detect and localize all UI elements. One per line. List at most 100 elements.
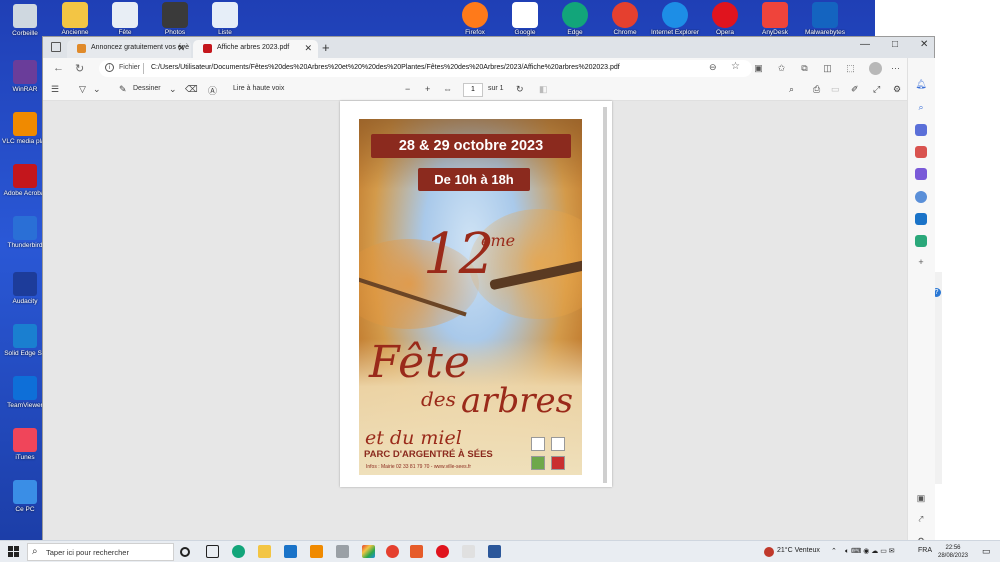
profile-avatar[interactable] xyxy=(869,62,882,75)
reading-view-icon[interactable]: ▣ xyxy=(753,63,764,74)
poster-info: Infos : Mairie 02 33 81 79 70 - www.vill… xyxy=(366,464,472,470)
address-field[interactable]: i Fichier C:/Users/Utilisateur/Documents… xyxy=(99,60,752,77)
search-icon[interactable]: ⌕ xyxy=(915,101,927,113)
taskbar-search-box[interactable]: ⌕ Taper ici pour rechercher xyxy=(27,543,174,561)
new-tab-button[interactable]: + xyxy=(322,40,330,55)
tab-annoncez[interactable]: Annoncez gratuitement vos évè ✕ xyxy=(67,40,191,58)
highlight-dropdown-icon[interactable]: ⌄ xyxy=(93,84,101,95)
tray-icons[interactable]: 🔈︎ ⌨ ◉ ☁ ▭ ✉ xyxy=(845,547,895,556)
edge-icon[interactable] xyxy=(562,2,588,28)
word-icon[interactable] xyxy=(488,545,501,558)
close-tab-icon[interactable]: ✕ xyxy=(177,43,185,54)
vlc-taskbar-icon[interactable] xyxy=(310,545,323,558)
opera-icon[interactable] xyxy=(712,2,738,28)
read-aloud-label[interactable]: Lire à haute voix xyxy=(233,85,284,92)
text-icon[interactable]: Ⓐ xyxy=(208,84,217,97)
acrobat-icon xyxy=(13,164,37,188)
pdf-favicon-icon xyxy=(203,44,212,53)
app-taskbar-icon[interactable] xyxy=(410,545,423,558)
chrome-taskbar-icon[interactable] xyxy=(386,545,399,558)
extensions-icon[interactable]: ⬚ xyxy=(845,63,856,74)
chrome-icon[interactable] xyxy=(612,2,638,28)
poster-venue: PARC D'ARGENTRÉ À SÉES xyxy=(364,449,493,460)
tools-icon[interactable] xyxy=(915,146,927,158)
notification-bell-icon[interactable]: 🔔︎ xyxy=(915,78,927,90)
highlight-icon[interactable]: ▽ xyxy=(79,84,86,95)
google-icon[interactable] xyxy=(512,2,538,28)
media-player-icon[interactable] xyxy=(336,545,349,558)
poster-edition-suffix: ème xyxy=(481,231,516,250)
notifications-icon[interactable]: ▭ xyxy=(982,546,991,557)
site-info-icon[interactable]: i xyxy=(105,63,114,72)
notepad-icon[interactable] xyxy=(462,545,475,558)
drop-icon[interactable] xyxy=(915,235,927,247)
page-number-input[interactable]: 1 xyxy=(463,83,483,97)
split-screen-icon[interactable]: ◫ xyxy=(822,63,833,74)
microsoft-365-icon[interactable] xyxy=(915,191,927,203)
taskbar-clock[interactable]: 22:56 28/08/2023 xyxy=(936,544,970,560)
task-view-icon[interactable] xyxy=(206,545,219,558)
back-arrow-icon[interactable]: ← xyxy=(53,62,64,74)
games-icon[interactable] xyxy=(915,168,927,180)
sidebar-panel-icon[interactable]: ▣ xyxy=(915,492,927,504)
outlook-icon[interactable] xyxy=(915,213,927,225)
draw-icon[interactable]: ✎ xyxy=(119,84,127,95)
minimize-button[interactable]: — xyxy=(860,39,870,50)
this-pc-icon xyxy=(13,480,37,504)
store-icon[interactable] xyxy=(362,545,375,558)
opera-taskbar-icon[interactable] xyxy=(436,545,449,558)
firefox-icon[interactable] xyxy=(462,2,488,28)
shopping-tag-icon[interactable] xyxy=(915,124,927,136)
ie-icon[interactable] xyxy=(662,2,688,28)
zoom-in-icon[interactable]: + xyxy=(425,84,430,94)
zoom-icon[interactable]: ⊖ xyxy=(709,62,717,73)
desktop-icon-recycle-bin[interactable]: Corbeille xyxy=(2,4,48,38)
close-tab-icon[interactable]: ✕ xyxy=(304,43,312,54)
draw-dropdown-icon[interactable]: ⌄ xyxy=(169,84,177,95)
page-view-icon[interactable]: ◧ xyxy=(539,84,548,95)
malwarebytes-icon[interactable] xyxy=(812,2,838,28)
tab-affiche-pdf[interactable]: Affiche arbres 2023.pdf ✕ xyxy=(193,40,318,58)
add-sidebar-app-icon[interactable]: + xyxy=(915,256,927,268)
collections-icon[interactable]: ⧉ xyxy=(799,63,810,74)
desktop-icon-label: Liste xyxy=(218,29,232,36)
refresh-icon[interactable]: ↻ xyxy=(75,62,84,75)
eraser-icon[interactable]: ⌫ xyxy=(185,84,198,95)
save-icon[interactable]: ▭ xyxy=(831,84,840,95)
taskbar: ⌕ Taper ici pour rechercher 21°C Venteux… xyxy=(0,540,1000,562)
pdf-settings-icon[interactable]: ⚙ xyxy=(893,84,901,95)
file-explorer-icon[interactable] xyxy=(258,545,271,558)
clock-icon[interactable] xyxy=(112,2,138,28)
save-as-icon[interactable]: ✐ xyxy=(851,84,859,95)
tab-actions-icon[interactable] xyxy=(51,42,61,52)
tray-chevron-icon[interactable]: ⌃ xyxy=(831,547,837,555)
pdf-scrollbar[interactable] xyxy=(603,107,607,483)
edge-taskbar-icon[interactable] xyxy=(232,545,245,558)
print-icon[interactable]: ⎙ xyxy=(813,84,820,95)
folder-icon[interactable] xyxy=(62,2,88,28)
external-link-icon[interactable]: ⤤ xyxy=(915,513,927,525)
fullscreen-icon[interactable]: ⤢ xyxy=(873,84,880,95)
mail-icon[interactable] xyxy=(284,545,297,558)
photo-icon[interactable] xyxy=(162,2,188,28)
weather-icon[interactable] xyxy=(764,547,774,557)
favorite-star-icon[interactable]: ☆ xyxy=(731,61,740,72)
url-text[interactable]: C:/Users/Utilisateur/Documents/Fêtes%20d… xyxy=(151,64,620,71)
rotate-icon[interactable]: ↻ xyxy=(516,84,524,95)
more-menu-icon[interactable]: ⋯ xyxy=(890,63,901,74)
favorites-icon[interactable]: ✩ xyxy=(776,63,787,74)
contents-list-icon[interactable]: ☰ xyxy=(51,84,59,95)
zoom-out-icon[interactable]: − xyxy=(405,84,410,94)
maximize-button[interactable]: □ xyxy=(892,39,898,50)
anydesk-icon[interactable] xyxy=(762,2,788,28)
cortana-icon[interactable] xyxy=(180,547,190,557)
fit-page-icon[interactable]: ⇔ xyxy=(443,84,452,94)
document-icon[interactable] xyxy=(212,2,238,28)
draw-label[interactable]: Dessiner xyxy=(133,85,161,92)
close-window-button[interactable]: ✕ xyxy=(920,39,928,50)
search-pdf-icon[interactable]: ⌕ xyxy=(789,84,794,95)
weather-text[interactable]: 21°C Venteux xyxy=(777,547,820,554)
language-indicator[interactable]: FRA xyxy=(918,547,932,554)
poster-title-fete: Fête xyxy=(369,337,471,388)
windows-start-icon[interactable] xyxy=(8,546,19,557)
